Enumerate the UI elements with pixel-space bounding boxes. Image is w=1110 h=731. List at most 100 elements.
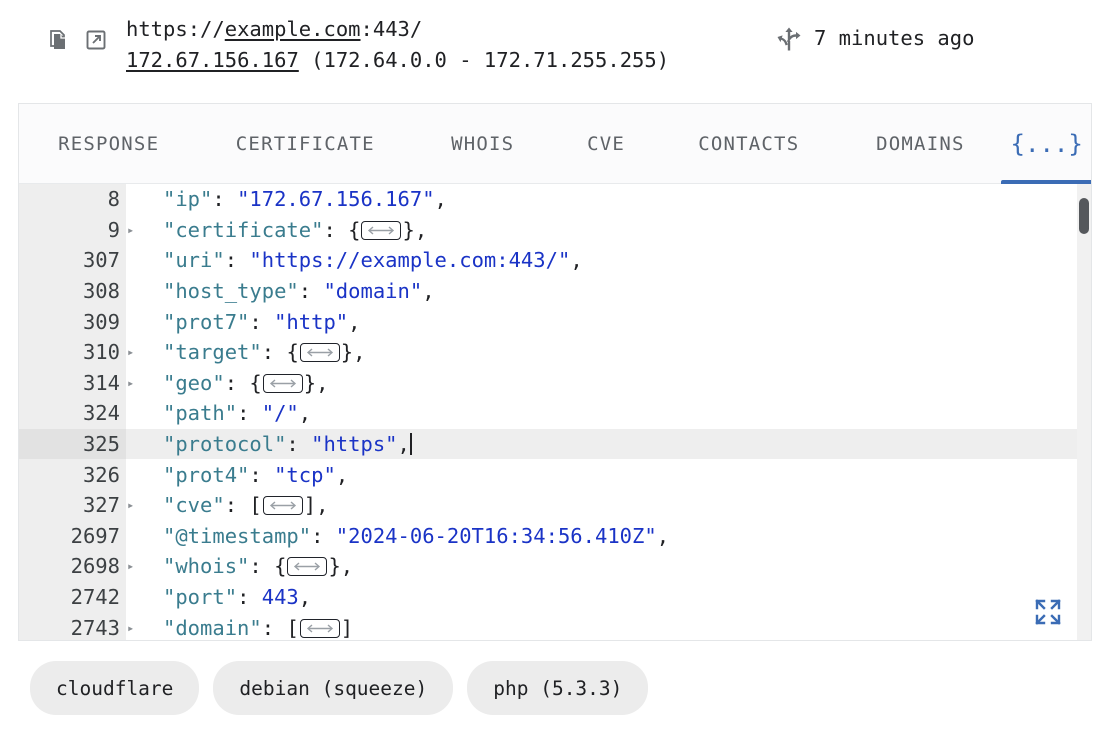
fold-toggle-icon[interactable]: ▸ (127, 499, 139, 511)
expand-fullscreen-icon[interactable] (1033, 597, 1063, 627)
tab-cve[interactable]: CVE (553, 104, 659, 184)
json-line[interactable]: 314 ▸ "geo": {}, (19, 368, 1091, 399)
json-line[interactable]: 310 ▸ "target": {}, (19, 337, 1091, 368)
line-number-cell: 2742 (19, 582, 126, 613)
fold-toggle-icon[interactable]: ▸ (127, 622, 139, 634)
line-number: 9 (107, 217, 120, 242)
tab-active-underline (1000, 179, 1091, 184)
json-bracket-open: [ (249, 493, 262, 518)
tab-json[interactable]: {...} (1000, 104, 1091, 184)
json-key: "host_type" (163, 279, 299, 304)
tab-certificate[interactable]: CERTIFICATE (198, 104, 412, 184)
tab-label: {...} (1010, 129, 1083, 158)
line-number: 326 (82, 462, 120, 487)
tab-domains[interactable]: DOMAINS (838, 104, 1002, 184)
collapsed-region-marker[interactable] (299, 343, 340, 363)
json-separator: : (212, 187, 238, 212)
json-scrollbar-track[interactable] (1077, 184, 1091, 640)
fold-toggle-icon[interactable]: ▸ (127, 560, 139, 572)
json-line[interactable]: 309 "prot7": "http", (19, 306, 1091, 337)
json-key: "geo" (163, 370, 225, 395)
json-bracket-close: ] (340, 615, 354, 640)
line-number: 2743 (70, 615, 120, 640)
json-line-tail: , (422, 279, 435, 304)
json-key: "@timestamp" (163, 523, 312, 548)
technology-chips: cloudflare debian (squeeze) php (5.3.3) (30, 661, 649, 715)
json-separator: : (224, 248, 250, 273)
json-line[interactable]: 2743 ▸ "domain": [] (19, 612, 1091, 640)
json-scrollbar-thumb[interactable] (1079, 198, 1089, 234)
tab-label: CERTIFICATE (235, 132, 375, 155)
tab-response[interactable]: RESPONSE (19, 104, 198, 184)
directions-arrows-icon (776, 26, 801, 51)
line-number: 324 (82, 401, 120, 426)
target-ip-line: 172.67.156.167 (172.64.0.0 - 172.71.255.… (126, 45, 669, 76)
fold-toggle-icon[interactable]: ▸ (127, 377, 139, 389)
details-panel: RESPONSE CERTIFICATE WHOIS CVE CONTACTS DOMAI… (18, 103, 1092, 641)
ip-range: (172.64.0.0 - 172.71.255.255) (298, 48, 670, 72)
tab-label: DOMAINS (876, 132, 965, 155)
line-number: 325 (82, 432, 120, 457)
json-line[interactable]: 9 ▸ "certificate": {}, (19, 215, 1091, 246)
json-separator: : (249, 309, 275, 334)
json-key: "domain" (163, 615, 262, 640)
tab-label: CVE (587, 132, 626, 155)
copy-icon[interactable] (46, 28, 70, 52)
technology-chip[interactable]: php (5.3.3) (467, 661, 649, 715)
json-line-tail: , (414, 217, 428, 242)
collapsed-region-marker[interactable] (299, 618, 340, 638)
json-line-tail: , (570, 248, 583, 273)
collapsed-region-marker[interactable] (262, 496, 303, 516)
json-line[interactable]: 2698 ▸ "whois": {}, (19, 551, 1091, 582)
json-line-content: "cve": [], (126, 493, 328, 517)
fold-toggle-icon[interactable]: ▸ (127, 346, 139, 358)
json-value: "/" (261, 401, 299, 426)
json-line[interactable]: 325 "protocol": "https", (19, 428, 1091, 460)
json-separator: : (286, 432, 312, 457)
url-host[interactable]: example.com (225, 17, 361, 41)
json-line[interactable]: 327 ▸ "cve": [], (19, 490, 1091, 521)
json-lines: 8 "ip": "172.67.156.167", 9 ▸ "certificate":… (19, 184, 1091, 640)
json-bracket-open: [ (286, 615, 299, 640)
json-line-content: "certificate": {}, (126, 218, 427, 242)
json-line[interactable]: 308 "host_type": "domain", (19, 276, 1091, 307)
technology-chip[interactable]: cloudflare (30, 661, 200, 715)
json-line-tail: , (348, 309, 361, 334)
line-number-cell: 326 (19, 459, 126, 490)
line-number: 2742 (70, 585, 120, 610)
json-line-tail: , (434, 187, 447, 212)
external-link-icon[interactable] (84, 28, 108, 52)
json-separator: : (249, 462, 275, 487)
collapsed-region-marker[interactable] (361, 220, 402, 240)
technology-chip[interactable]: debian (squeeze) (213, 661, 454, 715)
json-line[interactable]: 326 "prot4": "tcp", (19, 459, 1091, 490)
json-value: "https" (311, 432, 398, 457)
json-line-content: "port": 443, (126, 585, 311, 609)
tab-whois[interactable]: WHOIS (412, 104, 553, 184)
json-viewer[interactable]: 8 "ip": "172.67.156.167", 9 ▸ "certificate":… (19, 184, 1091, 640)
json-line-tail: , (316, 370, 329, 395)
json-line[interactable]: 307 "uri": "https://example.com:443/", (19, 245, 1091, 276)
fold-toggle-icon[interactable]: ▸ (127, 224, 139, 236)
json-line-content: "@timestamp": "2024-06-20T16:34:56.410Z"… (126, 524, 669, 548)
json-line[interactable]: 2697 "@timestamp": "2024-06-20T16:34:56.4… (19, 521, 1091, 552)
json-line[interactable]: 2742 "port": 443, (19, 582, 1091, 613)
line-number: 310 (82, 340, 120, 365)
ip-address[interactable]: 172.67.156.167 (126, 48, 299, 72)
target-url-line[interactable]: https://example.com:443/ (126, 14, 669, 45)
page-header: https://example.com:443/ 172.67.156.167 … (0, 0, 1110, 103)
text-cursor (409, 433, 412, 456)
json-key: "port" (163, 585, 238, 610)
json-line[interactable]: 324 "path": "/", (19, 398, 1091, 429)
json-key: "target" (163, 340, 262, 365)
collapsed-region-marker[interactable] (287, 557, 328, 577)
json-key: "uri" (163, 248, 225, 273)
tab-label: WHOIS (451, 132, 515, 155)
json-line-content: "path": "/", (126, 401, 311, 425)
tab-contacts[interactable]: CONTACTS (659, 104, 838, 184)
collapsed-region-marker[interactable] (262, 373, 303, 393)
json-line-tail: , (298, 401, 312, 426)
json-line-content: "prot4": "tcp", (126, 463, 348, 487)
json-separator: : (237, 401, 262, 426)
json-line[interactable]: 8 "ip": "172.67.156.167", (19, 184, 1091, 215)
